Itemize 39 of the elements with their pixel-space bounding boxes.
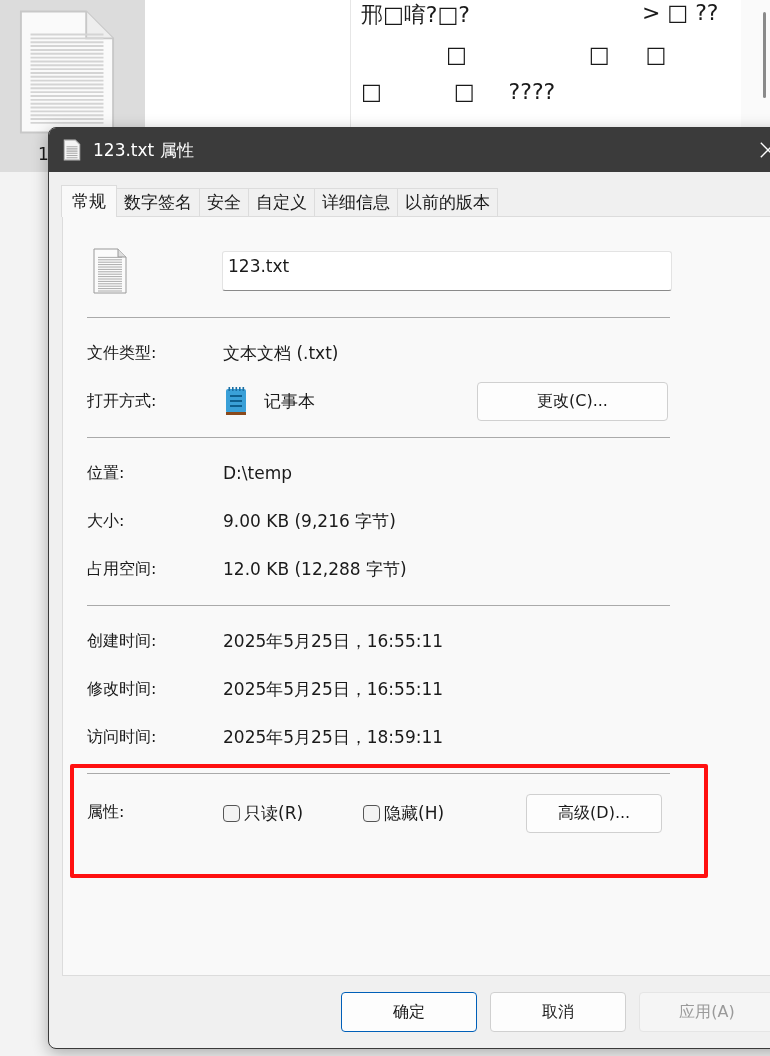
field-label: 创建时间: (87, 630, 158, 652)
tab[interactable]: 常规 (61, 185, 117, 217)
field-label: 位置: (87, 462, 126, 484)
field-label: 修改时间: (87, 678, 158, 700)
dialog-button[interactable]: 确定 (341, 992, 477, 1032)
field-value: 2025年5月25日，16:55:11 (223, 677, 444, 701)
document-icon (63, 139, 81, 161)
editor-text: □ (453, 79, 475, 104)
change-button[interactable]: 更改(C)... (477, 381, 668, 421)
file-label: 1 (38, 144, 49, 164)
field-label: 占用空间: (87, 558, 158, 580)
field-value: 2025年5月25日，16:55:11 (223, 629, 444, 653)
checkbox[interactable]: 只读(R) (223, 802, 304, 825)
app-name: 记事本 (264, 389, 315, 413)
document-icon (93, 248, 127, 294)
editor-text: > □ ?? (641, 0, 719, 25)
field-value: 2025年5月25日，18:59:11 (223, 725, 444, 749)
editor-text: 邢□唷?□? (361, 1, 470, 29)
advanced-button[interactable]: 高级(D)... (526, 794, 663, 833)
tab[interactable]: 以前的版本 (397, 188, 498, 216)
editor-text: □ (361, 79, 382, 104)
editor-text: ???? (508, 79, 556, 104)
editor-text: □ (446, 42, 467, 67)
dialog-button[interactable]: 取消 (490, 992, 626, 1032)
field-value: 文本文档 (.txt) (223, 341, 339, 365)
field-label: 访问时间: (87, 726, 158, 748)
file-name-field[interactable]: 123.txt (222, 251, 672, 291)
notepad-icon (225, 386, 247, 416)
editor-text: □ (588, 42, 610, 67)
scrollbar[interactable] (763, 12, 766, 98)
field-label: 大小: (87, 510, 126, 532)
field-value: 12.0 KB (12,288 字节) (223, 557, 407, 581)
field-label: 打开方式: (87, 390, 158, 412)
field-value: 9.00 KB (9,216 字节) (223, 509, 396, 533)
field-label: 文件类型: (87, 342, 158, 364)
checkbox[interactable]: 隐藏(H) (363, 802, 445, 825)
editor-text: □ (645, 42, 667, 67)
field-value: D:\temp (223, 463, 293, 483)
field-label: 属性: (87, 802, 126, 823)
